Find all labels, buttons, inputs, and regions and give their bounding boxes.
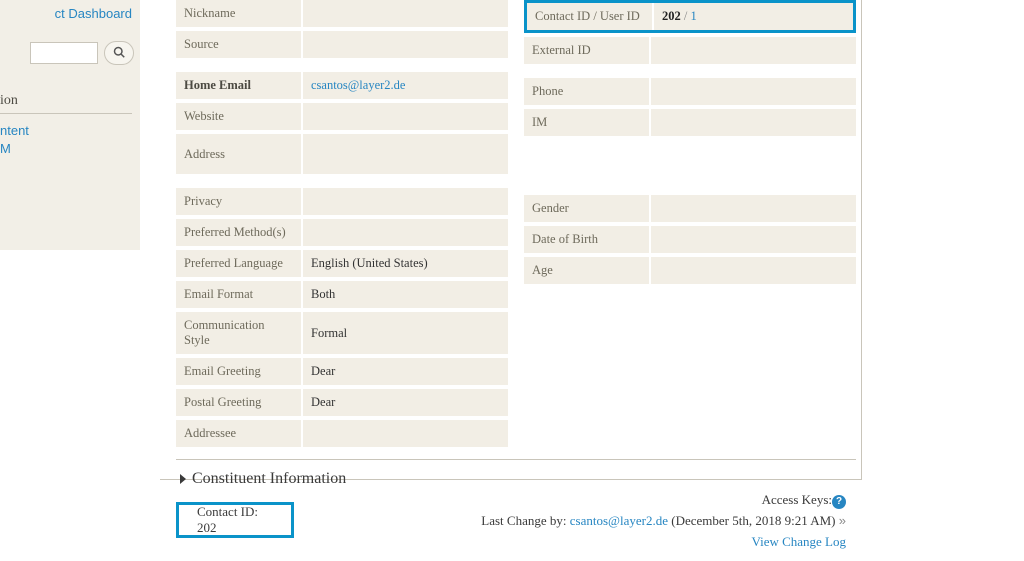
field-address: Address (176, 134, 508, 174)
field-addressee: Addressee (176, 420, 508, 447)
value-postal-greeting: Dear (301, 389, 508, 416)
field-communication-style: Communication Style Formal (176, 312, 508, 354)
label-nickname: Nickname (176, 0, 301, 27)
sidebar-link-m[interactable]: M (0, 140, 132, 158)
value-email-greeting: Dear (301, 358, 508, 385)
field-gender: Gender (524, 195, 856, 222)
value-email-format: Both (301, 281, 508, 308)
value-gender (649, 195, 856, 222)
contact-id-text: Contact ID: 202 (197, 504, 273, 536)
label-gender: Gender (524, 195, 649, 222)
field-privacy: Privacy (176, 188, 508, 215)
view-change-log-link[interactable]: View Change Log (481, 532, 846, 553)
left-column: Nickname Source Home Email csantos@layer… (176, 0, 508, 451)
field-preferred-methods: Preferred Method(s) (176, 219, 508, 246)
last-change-user-link[interactable]: csantos@layer2.de (570, 513, 668, 528)
sidebar: ct Dashboard ion ntent M (0, 0, 140, 250)
footer-right: Access Keys:? Last Change by: csantos@la… (481, 490, 846, 552)
label-communication-style: Communication Style (176, 312, 301, 354)
last-change-date: (December 5th, 2018 9:21 AM) (668, 513, 839, 528)
home-email-link[interactable]: csantos@layer2.de (311, 78, 405, 93)
value-address (301, 134, 508, 174)
field-phone: Phone (524, 78, 856, 105)
label-source: Source (176, 31, 301, 58)
raquo-icon: » (839, 513, 846, 528)
value-preferred-methods (301, 219, 508, 246)
search-input[interactable] (30, 42, 98, 64)
value-contact-id: 202 / 1 (652, 3, 853, 30)
label-email-greeting: Email Greeting (176, 358, 301, 385)
label-email-format: Email Format (176, 281, 301, 308)
value-age (649, 257, 856, 284)
sidebar-section-title: ion (0, 93, 132, 114)
search-icon (113, 46, 125, 61)
value-source (301, 31, 508, 58)
last-change-prefix: Last Change by: (481, 513, 569, 528)
label-privacy: Privacy (176, 188, 301, 215)
contact-id-box: Contact ID: 202 (176, 502, 294, 538)
value-dob (649, 226, 856, 253)
value-external-id (649, 37, 856, 64)
label-im: IM (524, 109, 649, 136)
field-email-format: Email Format Both (176, 281, 508, 308)
right-column: Contact ID / User ID 202 / 1 External ID… (524, 0, 856, 451)
field-contact-id: Contact ID / User ID 202 / 1 (524, 0, 856, 33)
value-phone (649, 78, 856, 105)
field-source: Source (176, 31, 508, 58)
field-home-email: Home Email csantos@layer2.de (176, 72, 508, 99)
contact-summary-panel: Nickname Source Home Email csantos@layer… (176, 0, 856, 494)
label-preferred-language: Preferred Language (176, 250, 301, 277)
access-keys-label: Access Keys: (762, 492, 832, 507)
search-button[interactable] (104, 41, 134, 65)
field-age: Age (524, 257, 856, 284)
label-dob: Date of Birth (524, 226, 649, 253)
label-age: Age (524, 257, 649, 284)
label-website: Website (176, 103, 301, 130)
search-area (0, 31, 140, 83)
dashboard-link[interactable]: ct Dashboard (55, 6, 132, 21)
label-preferred-methods: Preferred Method(s) (176, 219, 301, 246)
field-dob: Date of Birth (524, 226, 856, 253)
field-email-greeting: Email Greeting Dear (176, 358, 508, 385)
field-preferred-language: Preferred Language English (United State… (176, 250, 508, 277)
sidebar-link-content[interactable]: ntent (0, 122, 132, 140)
last-change-row: Last Change by: csantos@layer2.de (Decem… (481, 511, 846, 532)
field-website: Website (176, 103, 508, 130)
label-external-id: External ID (524, 37, 649, 64)
label-addressee: Addressee (176, 420, 301, 447)
label-home-email: Home Email (176, 72, 301, 99)
help-icon[interactable]: ? (832, 495, 846, 509)
caret-right-icon (180, 474, 186, 484)
constituent-section-header[interactable]: Constituent Information (176, 459, 856, 494)
field-im: IM (524, 109, 856, 136)
constituent-heading: Constituent Information (192, 470, 346, 488)
label-postal-greeting: Postal Greeting (176, 389, 301, 416)
value-im (649, 109, 856, 136)
field-nickname: Nickname (176, 0, 508, 27)
field-external-id: External ID (524, 37, 856, 64)
field-postal-greeting: Postal Greeting Dear (176, 389, 508, 416)
value-communication-style: Formal (301, 312, 508, 354)
user-id-link[interactable]: 1 (690, 9, 696, 24)
value-website (301, 103, 508, 130)
value-preferred-language: English (United States) (301, 250, 508, 277)
value-privacy (301, 188, 508, 215)
sidebar-section: ion ntent M (0, 83, 140, 174)
label-contact-id: Contact ID / User ID (527, 3, 652, 30)
value-addressee (301, 420, 508, 447)
value-nickname (301, 0, 508, 27)
access-keys-row: Access Keys:? (481, 490, 846, 511)
label-address: Address (176, 134, 301, 174)
value-home-email: csantos@layer2.de (301, 72, 508, 99)
contact-id-value: 202 (662, 9, 681, 24)
label-phone: Phone (524, 78, 649, 105)
